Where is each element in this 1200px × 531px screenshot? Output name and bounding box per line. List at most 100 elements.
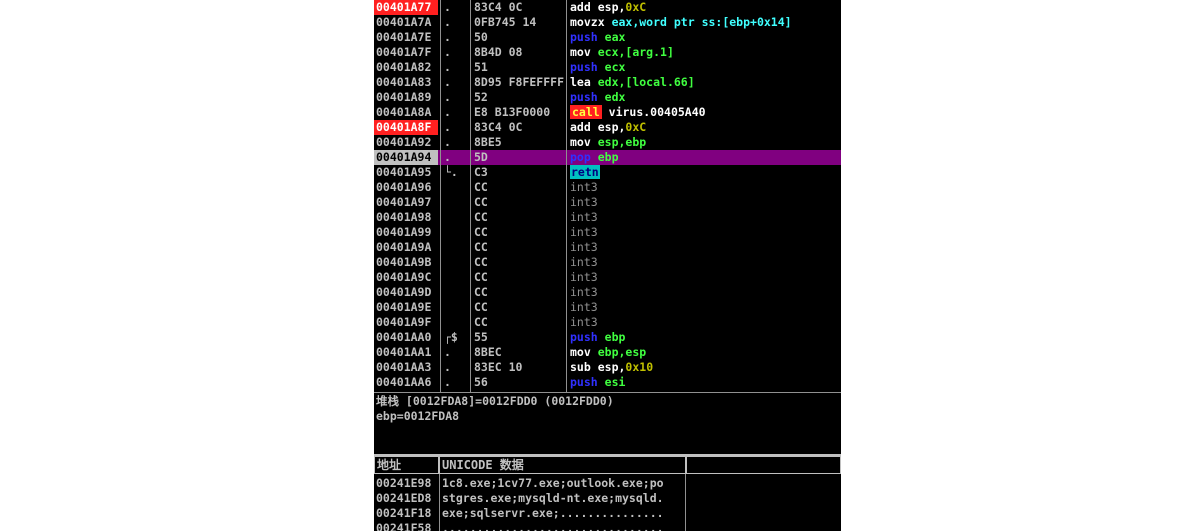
address-cell[interactable]: 00401A7A	[374, 15, 438, 30]
disasm-row[interactable]: 00401A8A. E8 B13F0000 call virus.00405A40	[374, 105, 841, 120]
address-cell[interactable]: 00401AA1	[374, 345, 438, 360]
hex-bytes-cell[interactable]: CC	[474, 240, 564, 255]
disasm-row[interactable]: 00401A92. 8BE5 mov esp,ebp	[374, 135, 841, 150]
disasm-row[interactable]: 00401A9E CC int3	[374, 300, 841, 315]
address-cell[interactable]: 00401A8A	[374, 105, 438, 120]
address-cell[interactable]: 00401A9F	[374, 315, 438, 330]
disassembly-pane[interactable]: 00401A77. 83C4 0C add esp,0xC 00401A7A. 0FB7…	[374, 0, 841, 392]
disasm-row[interactable]: 00401A9A CC int3	[374, 240, 841, 255]
address-cell[interactable]: 00401A83	[374, 75, 438, 90]
instruction-cell[interactable]: int3	[570, 285, 840, 300]
instruction-cell[interactable]: push esi	[570, 375, 840, 390]
hex-bytes-cell[interactable]: CC	[474, 270, 564, 285]
hex-bytes-cell[interactable]: 83EC 10	[474, 360, 564, 375]
instruction-cell[interactable]: push eax	[570, 30, 840, 45]
disasm-row[interactable]: 00401A98 CC int3	[374, 210, 841, 225]
disasm-row[interactable]: 00401A83. 8D95 F8FEFFFF lea edx,[local.66]	[374, 75, 841, 90]
instruction-cell[interactable]: push ecx	[570, 60, 840, 75]
hex-bytes-cell[interactable]: E8 B13F0000	[474, 105, 564, 120]
address-cell[interactable]: 00401A89	[374, 90, 438, 105]
disasm-row[interactable]: 00401A9B CC int3	[374, 255, 841, 270]
hex-bytes-cell[interactable]: CC	[474, 300, 564, 315]
instruction-cell[interactable]: retn	[570, 165, 840, 180]
instruction-cell[interactable]: movzx eax,word ptr ss:[ebp+0x14]	[570, 15, 840, 30]
instruction-cell[interactable]: add esp,0xC	[570, 0, 840, 15]
dump-header-address[interactable]: 地址	[374, 456, 439, 474]
hex-bytes-cell[interactable]: CC	[474, 285, 564, 300]
instruction-cell[interactable]: add esp,0xC	[570, 120, 840, 135]
hex-bytes-cell[interactable]: 8D95 F8FEFFFF	[474, 75, 564, 90]
hex-bytes-cell[interactable]: CC	[474, 315, 564, 330]
hex-bytes-cell[interactable]: C3	[474, 165, 564, 180]
instruction-cell[interactable]: sub esp,0x10	[570, 360, 840, 375]
hex-bytes-cell[interactable]: 52	[474, 90, 564, 105]
instruction-cell[interactable]: mov ecx,[arg.1]	[570, 45, 840, 60]
instruction-cell[interactable]: int3	[570, 180, 840, 195]
instruction-cell[interactable]: int3	[570, 225, 840, 240]
disasm-row[interactable]: 00401A82. 51 push ecx	[374, 60, 841, 75]
disasm-row[interactable]: 00401A97 CC int3	[374, 195, 841, 210]
disasm-row[interactable]: 00401A89. 52 push edx	[374, 90, 841, 105]
breakpoint-address[interactable]: 00401A77	[374, 0, 438, 15]
hex-bytes-cell[interactable]: 0FB745 14	[474, 15, 564, 30]
hex-bytes-cell[interactable]: CC	[474, 225, 564, 240]
hex-bytes-cell[interactable]: CC	[474, 255, 564, 270]
instruction-cell[interactable]: mov ebp,esp	[570, 345, 840, 360]
dump-header-unicode[interactable]: UNICODE 数据	[439, 456, 686, 474]
hex-bytes-cell[interactable]: CC	[474, 210, 564, 225]
instruction-cell[interactable]: int3	[570, 270, 840, 285]
address-cell[interactable]: 00401A82	[374, 60, 438, 75]
instruction-cell[interactable]: push ebp	[570, 330, 840, 345]
disasm-row[interactable]: 00401A9F CC int3	[374, 315, 841, 330]
address-cell[interactable]: 00401A92	[374, 135, 438, 150]
address-cell[interactable]: 00401AA3	[374, 360, 438, 375]
address-cell[interactable]: 00401A95	[374, 165, 438, 180]
disasm-row[interactable]: 00401A99 CC int3	[374, 225, 841, 240]
address-cell[interactable]: 00401A7F	[374, 45, 438, 60]
instruction-cell[interactable]: int3	[570, 240, 840, 255]
hex-bytes-cell[interactable]: 51	[474, 60, 564, 75]
address-cell[interactable]: 00401A97	[374, 195, 438, 210]
address-cell[interactable]: 00401A7E	[374, 30, 438, 45]
instruction-cell[interactable]: int3	[570, 195, 840, 210]
disasm-row[interactable]: 00401A77. 83C4 0C add esp,0xC	[374, 0, 841, 15]
address-cell[interactable]: 00401A96	[374, 180, 438, 195]
instruction-cell[interactable]: call virus.00405A40	[570, 105, 840, 120]
address-cell[interactable]: 00401A94	[374, 150, 438, 165]
hex-bytes-cell[interactable]: 56	[474, 375, 564, 390]
hex-bytes-cell[interactable]: 5D	[474, 150, 564, 165]
hex-bytes-cell[interactable]: 83C4 0C	[474, 120, 564, 135]
hex-bytes-cell[interactable]: 8B4D 08	[474, 45, 564, 60]
address-cell[interactable]: 00401A9B	[374, 255, 438, 270]
address-cell[interactable]: 00401A9E	[374, 300, 438, 315]
disasm-row[interactable]: 00401A94. 5D pop ebp	[374, 150, 841, 165]
dump-row[interactable]: 00241F18 exe;sqlservr.exe;...............	[374, 506, 841, 521]
address-cell[interactable]: 00401A9D	[374, 285, 438, 300]
disasm-row[interactable]: 00401A7A. 0FB745 14 movzx eax,word ptr ss:…	[374, 15, 841, 30]
disasm-row[interactable]: 00401A7F. 8B4D 08 mov ecx,[arg.1]	[374, 45, 841, 60]
hex-bytes-cell[interactable]: 8BE5	[474, 135, 564, 150]
address-cell[interactable]: 00401A9A	[374, 240, 438, 255]
instruction-cell[interactable]: lea edx,[local.66]	[570, 75, 840, 90]
address-cell[interactable]: 00401A99	[374, 225, 438, 240]
instruction-cell[interactable]: int3	[570, 210, 840, 225]
dump-row[interactable]: 00241ED8 stgres.exe;mysqld-nt.exe;mysqld.	[374, 491, 841, 506]
dump-header-empty[interactable]	[686, 456, 841, 474]
hex-bytes-cell[interactable]: CC	[474, 195, 564, 210]
disasm-row[interactable]: 00401AA6. 56 push esi	[374, 375, 841, 390]
address-cell[interactable]: 00401AA0	[374, 330, 438, 345]
disasm-row[interactable]: 00401AA1. 8BEC mov ebp,esp	[374, 345, 841, 360]
instruction-cell[interactable]: int3	[570, 255, 840, 270]
instruction-cell[interactable]: pop ebp	[570, 150, 840, 165]
disasm-row[interactable]: 00401A7E. 50 push eax	[374, 30, 841, 45]
disasm-row[interactable]: 00401AA3. 83EC 10 sub esp,0x10	[374, 360, 841, 375]
instruction-cell[interactable]: int3	[570, 300, 840, 315]
disasm-row[interactable]: 00401A95 └. C3 retn	[374, 165, 841, 180]
memory-dump-pane[interactable]: 地址 UNICODE 数据 00241E98 1c8.exe;1cv77.exe;…	[374, 454, 841, 531]
disasm-row[interactable]: 00401AA0 ┌$ 55 push ebp	[374, 330, 841, 345]
address-cell[interactable]: 00401A98	[374, 210, 438, 225]
disasm-row[interactable]: 00401A8F. 83C4 0C add esp,0xC	[374, 120, 841, 135]
address-cell[interactable]: 00401A9C	[374, 270, 438, 285]
hex-bytes-cell[interactable]: 55	[474, 330, 564, 345]
instruction-cell[interactable]: mov esp,ebp	[570, 135, 840, 150]
